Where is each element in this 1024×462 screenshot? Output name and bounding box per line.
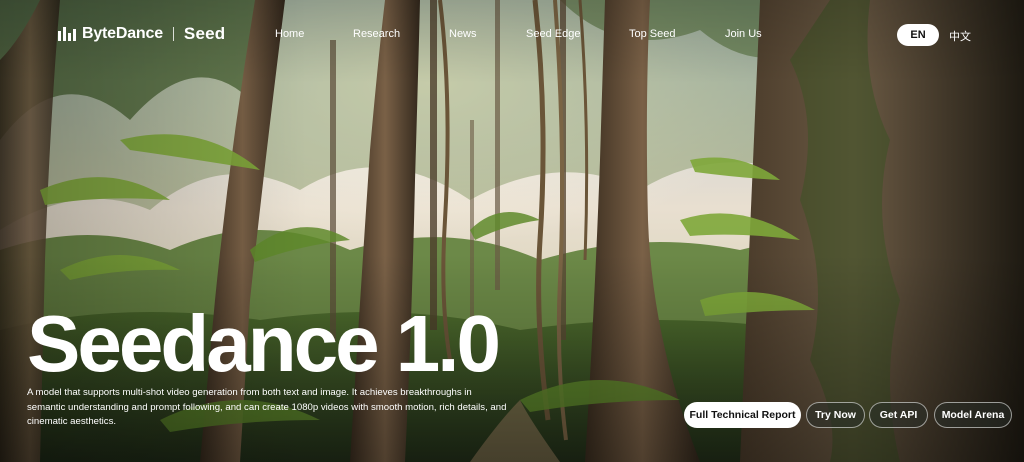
hero-description: A model that supports multi-shot video g… — [27, 387, 507, 427]
bytedance-logo-icon — [58, 27, 76, 41]
nav-item-home[interactable]: Home — [275, 28, 304, 40]
company-name: ByteDance — [82, 25, 163, 42]
nav-item-join-us[interactable]: Join Us — [725, 28, 762, 40]
nav-item-research[interactable]: Research — [353, 28, 400, 40]
get-api-button[interactable]: Get API — [869, 402, 928, 428]
model-arena-button[interactable]: Model Arena — [934, 402, 1012, 428]
nav-item-top-seed[interactable]: Top Seed — [629, 28, 675, 40]
try-now-button[interactable]: Try Now — [806, 402, 865, 428]
logo-divider — [172, 27, 174, 41]
product-name: Seed — [183, 24, 226, 43]
bytedance-seed-logo[interactable]: ByteDance Seed — [58, 24, 225, 44]
site-header: ByteDance Seed Home Research News Seed E… — [0, 0, 1024, 70]
nav-item-news[interactable]: News — [449, 28, 477, 40]
language-zh-link[interactable]: 中文 — [949, 28, 971, 44]
full-technical-report-button[interactable]: Full Technical Report — [684, 402, 801, 428]
nav-item-seed-edge[interactable]: Seed Edge — [526, 28, 580, 40]
language-en-button[interactable]: EN — [897, 24, 939, 46]
hero-title: Seedance 1.0 — [27, 299, 501, 388]
